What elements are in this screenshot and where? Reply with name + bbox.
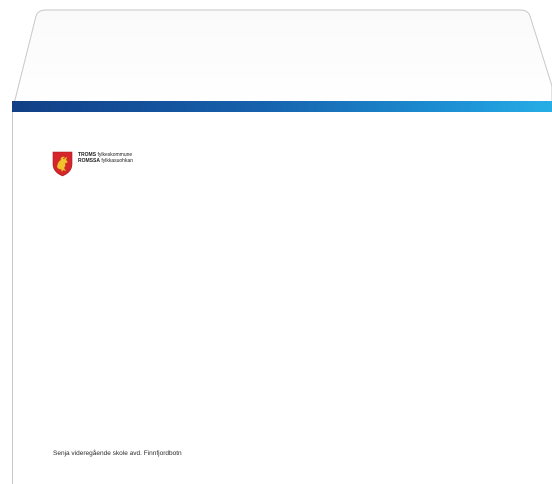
envelope-canvas: TROMS fylkeskommune ROMSSA fylkkasuohkan… — [0, 0, 552, 484]
logo-line-romssa: ROMSSA fylkkasuohkan — [78, 158, 133, 164]
logo-romssa-rest: fylkkasuohkan — [101, 158, 134, 164]
logo-romssa-bold: ROMSSA — [78, 158, 100, 164]
sender-address: Senja videregående skole avd. Finnfjordb… — [53, 450, 182, 457]
envelope-flap — [11, 9, 552, 112]
organization-logo: TROMS fylkeskommune ROMSSA fylkkasuohkan — [52, 151, 133, 177]
color-band — [12, 101, 552, 112]
coat-of-arms-icon — [52, 151, 73, 177]
logo-wordmark: TROMS fylkeskommune ROMSSA fylkkasuohkan — [78, 152, 133, 164]
